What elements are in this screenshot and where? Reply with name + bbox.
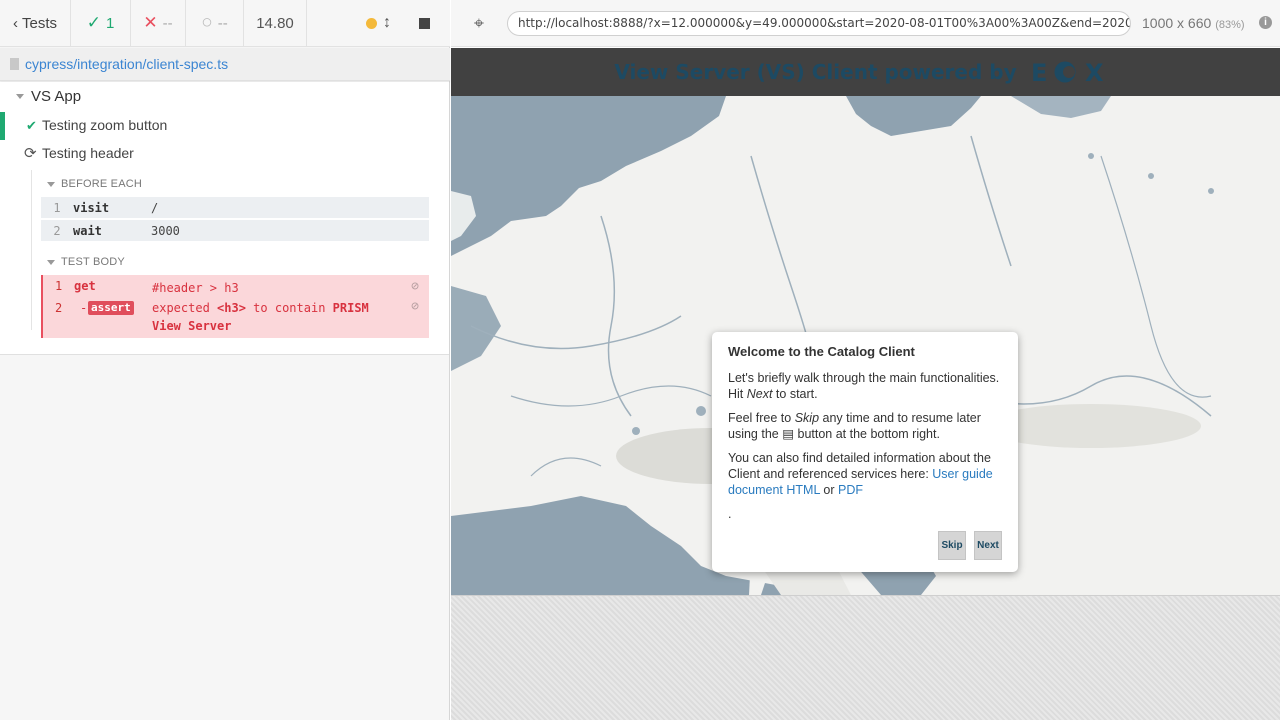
command-name: get [74, 279, 96, 293]
failed-stat: ✕ -- [131, 0, 186, 46]
command-message: 3000 [151, 223, 180, 238]
url-bar[interactable]: http://localhost:8888/?x=12.000000&y=49.… [507, 10, 1131, 36]
command-name: visit [73, 200, 110, 215]
map-view[interactable]: Welcome to the Catalog Client Let's brie… [451, 96, 1280, 595]
tour-dialog: Welcome to the Catalog Client Let's brie… [712, 332, 1018, 572]
tour-text: Feel free to [728, 411, 795, 425]
suite-label: VS App [31, 88, 82, 105]
msg-mid: to contain [253, 301, 326, 315]
caret-down-icon [47, 181, 55, 187]
command-message: #header > h3 [152, 281, 239, 295]
caret-down-icon [16, 94, 24, 99]
pending-circle-icon: ○ [201, 12, 213, 33]
indent-guide [31, 170, 32, 330]
reporter-header: ‹ Tests ✓ 1 ✕ -- ○ -- 14.80 ↕ [0, 0, 450, 47]
hook-test-body[interactable]: TEST BODY [47, 256, 125, 268]
tour-emphasis: Next [746, 387, 773, 401]
auto-scroll-icon[interactable]: ↕ [383, 14, 391, 32]
pdf-link[interactable]: PDF [838, 483, 863, 497]
failed-count: -- [162, 14, 173, 32]
info-icon[interactable]: i [1259, 16, 1272, 29]
command-message: expected <h3> to contain PRISM View Serv… [152, 299, 392, 335]
hook-label: BEFORE EACH [61, 178, 143, 190]
test-title: Testing header [42, 145, 134, 161]
tour-title: Welcome to the Catalog Client [728, 344, 915, 359]
tour-text: or [819, 483, 838, 497]
duration: 14.80 [244, 0, 307, 46]
passed-stat: ✓ 1 [71, 0, 131, 46]
command-message: / [151, 200, 159, 215]
chevron-left-icon: ‹ [12, 14, 18, 32]
tests-button[interactable]: ‹ Tests [0, 0, 71, 46]
logo-letter-x: X [1085, 60, 1104, 84]
cross-icon: ✕ [143, 13, 158, 32]
tour-emphasis: Skip [794, 411, 820, 425]
caret-down-icon [47, 259, 55, 265]
failed-commands: 1 get #header > h3 ⊘ 2 - assert expected… [41, 275, 429, 338]
spec-bar: cypress/integration/client-spec.ts [0, 48, 450, 81]
runnables-list: VS App ✔ Testing zoom button ⟳ Testing h… [0, 82, 449, 355]
passed-count: 1 [105, 14, 115, 32]
running-indicator-icon [366, 17, 377, 29]
eye-slash-icon: ⊘ [411, 279, 419, 294]
check-icon: ✓ [86, 13, 101, 32]
tests-label: Tests [21, 14, 57, 32]
stop-button[interactable] [419, 17, 430, 29]
selector-playground-icon[interactable]: ⌖ [451, 13, 507, 34]
indent-dash: - [80, 301, 88, 315]
tour-trailing-dot: . [728, 507, 732, 521]
pending-stat: ○ -- [186, 0, 244, 46]
passed-indicator [0, 112, 5, 140]
aut-background [451, 595, 1280, 720]
msg-prefix: expected [152, 301, 210, 315]
book-icon: ▤ [782, 427, 795, 441]
app-title: View Server (VS) Client powered by [614, 60, 1017, 84]
viewport-info: 1000 x 660 (83%) [1142, 15, 1245, 31]
file-icon [10, 58, 19, 70]
msg-value: View Server [152, 319, 232, 333]
command-row[interactable]: 2 wait 3000 [41, 220, 429, 242]
tour-paragraph: You can also find detailed information a… [728, 450, 1002, 498]
eye-slash-icon: ⊘ [411, 299, 419, 314]
command-number: 2 [53, 223, 61, 238]
command-number: 1 [53, 200, 61, 215]
msg-element: <h3> [217, 301, 246, 315]
app-frame: View Server (VS) Client powered by E X W… [451, 48, 1280, 595]
command-number: 2 [55, 301, 63, 315]
test-title: Testing zoom button [42, 117, 168, 133]
viewport-scale: (83%) [1215, 19, 1245, 31]
app-header: View Server (VS) Client powered by E X [451, 48, 1280, 96]
tour-paragraph: Let's briefly walk through the main func… [728, 370, 1002, 402]
assert-badge: assert [88, 301, 134, 315]
logo-letter-e: E [1031, 60, 1047, 84]
skip-button[interactable]: Skip [938, 531, 966, 560]
spec-link[interactable]: cypress/integration/client-spec.ts [25, 56, 228, 72]
tour-text: button at the bottom right. [794, 427, 940, 441]
run-controls: ↕ [307, 0, 450, 46]
pending-count: -- [217, 14, 228, 32]
command-name: wait [73, 223, 102, 238]
next-button[interactable]: Next [974, 531, 1002, 560]
command-row[interactable]: 1 visit / [41, 197, 429, 219]
suite-title[interactable]: VS App [16, 88, 81, 105]
tour-text: to start. [772, 387, 818, 401]
msg-value: PRISM [332, 301, 369, 315]
hook-label: TEST BODY [61, 256, 125, 268]
reporter-panel: ‹ Tests ✓ 1 ✕ -- ○ -- 14.80 ↕ cypress/in… [0, 0, 450, 720]
refresh-icon: ⟳ [24, 145, 37, 162]
tour-paragraph: Feel free to Skip any time and to resume… [728, 410, 1002, 442]
viewport-size: 1000 x 660 [1142, 15, 1212, 31]
aut-header: ⌖ http://localhost:8888/?x=12.000000&y=4… [451, 0, 1280, 47]
hook-before-each[interactable]: BEFORE EACH [47, 178, 142, 190]
eox-logo: E X [1031, 60, 1117, 84]
command-number: 1 [55, 279, 63, 293]
check-icon: ✔ [26, 118, 37, 133]
